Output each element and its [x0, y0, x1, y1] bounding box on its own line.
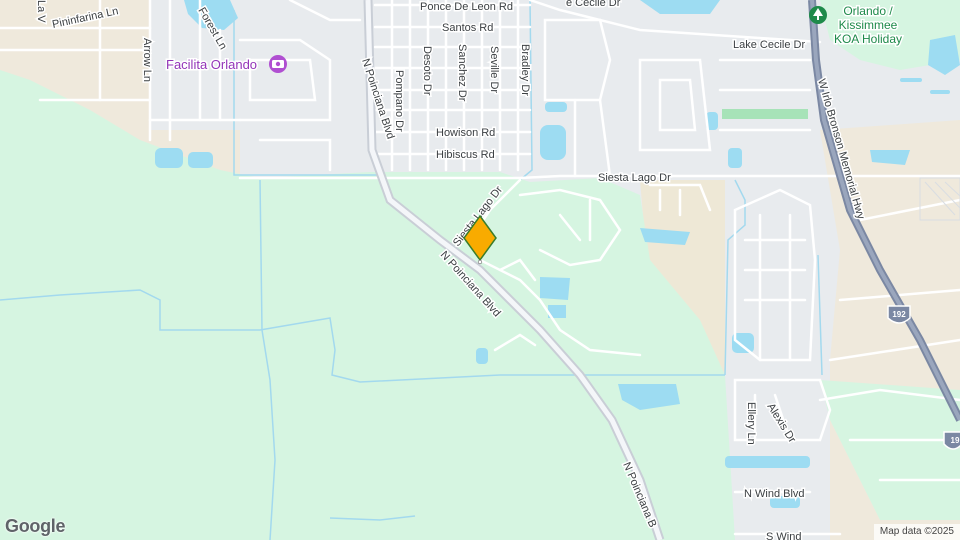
pond-3	[540, 125, 566, 160]
pond-9	[540, 277, 570, 300]
lake-strip	[725, 456, 810, 468]
poi-facilita-orlando[interactable]: Facilita Orlando	[165, 56, 259, 74]
tree-icon[interactable]	[809, 6, 827, 24]
poi-koa-line3[interactable]: KOA Holiday	[832, 31, 903, 48]
label-hibiscus: Hibiscus Rd	[436, 149, 495, 161]
pond-1	[155, 148, 183, 168]
pond-15	[930, 90, 950, 94]
label-arrow: Arrow Ln	[141, 38, 153, 82]
label-seville: Seville Dr	[488, 46, 500, 93]
pond-11	[476, 348, 488, 364]
us-19-shield-icon: 19	[943, 431, 960, 450]
label-ponce-de-leon: Ponce De Leon Rd	[420, 1, 513, 13]
camera-icon[interactable]	[269, 55, 287, 73]
pond-14	[900, 78, 922, 82]
label-la-v: La V	[35, 0, 47, 23]
us-19-shield-label: 19	[951, 436, 960, 445]
label-siesta-lago: Siesta Lago Dr	[598, 172, 671, 184]
label-howison: Howison Rd	[436, 127, 495, 139]
label-ellery: Ellery Ln	[745, 402, 757, 445]
label-n-wind: N Wind Blvd	[744, 488, 805, 500]
poi-koa-line1[interactable]: Orlando /	[842, 3, 895, 20]
map-attribution[interactable]: Map data ©2025	[873, 524, 960, 540]
label-s-wind: S Wind	[766, 531, 801, 540]
pond-4	[545, 102, 567, 112]
poi-koa-line2[interactable]: Kissimmee	[837, 17, 899, 34]
label-lake-cecile: Lake Cecile Dr	[733, 39, 805, 51]
green-strip	[722, 109, 808, 119]
map-canvas[interactable]: Ponce De Leon Rd Santos Rd e Cecile Dr L…	[0, 0, 960, 540]
google-logo[interactable]: Google	[5, 516, 66, 537]
pond-5	[728, 148, 742, 168]
map-svg: Ponce De Leon Rd Santos Rd e Cecile Dr L…	[0, 0, 960, 540]
label-santos: Santos Rd	[442, 22, 493, 34]
label-pompano: Pompano Dr	[393, 70, 405, 132]
label-desoto: Desoto Dr	[421, 46, 433, 96]
label-bradley: Bradley Dr	[519, 44, 531, 96]
pond-2	[188, 152, 213, 168]
label-sanchez: Sanchez Dr	[456, 44, 468, 102]
us-192-shield-icon: 192	[887, 305, 911, 324]
label-lake-cecile-top: e Cecile Dr	[566, 0, 621, 9]
us-192-shield-label: 192	[892, 310, 906, 319]
